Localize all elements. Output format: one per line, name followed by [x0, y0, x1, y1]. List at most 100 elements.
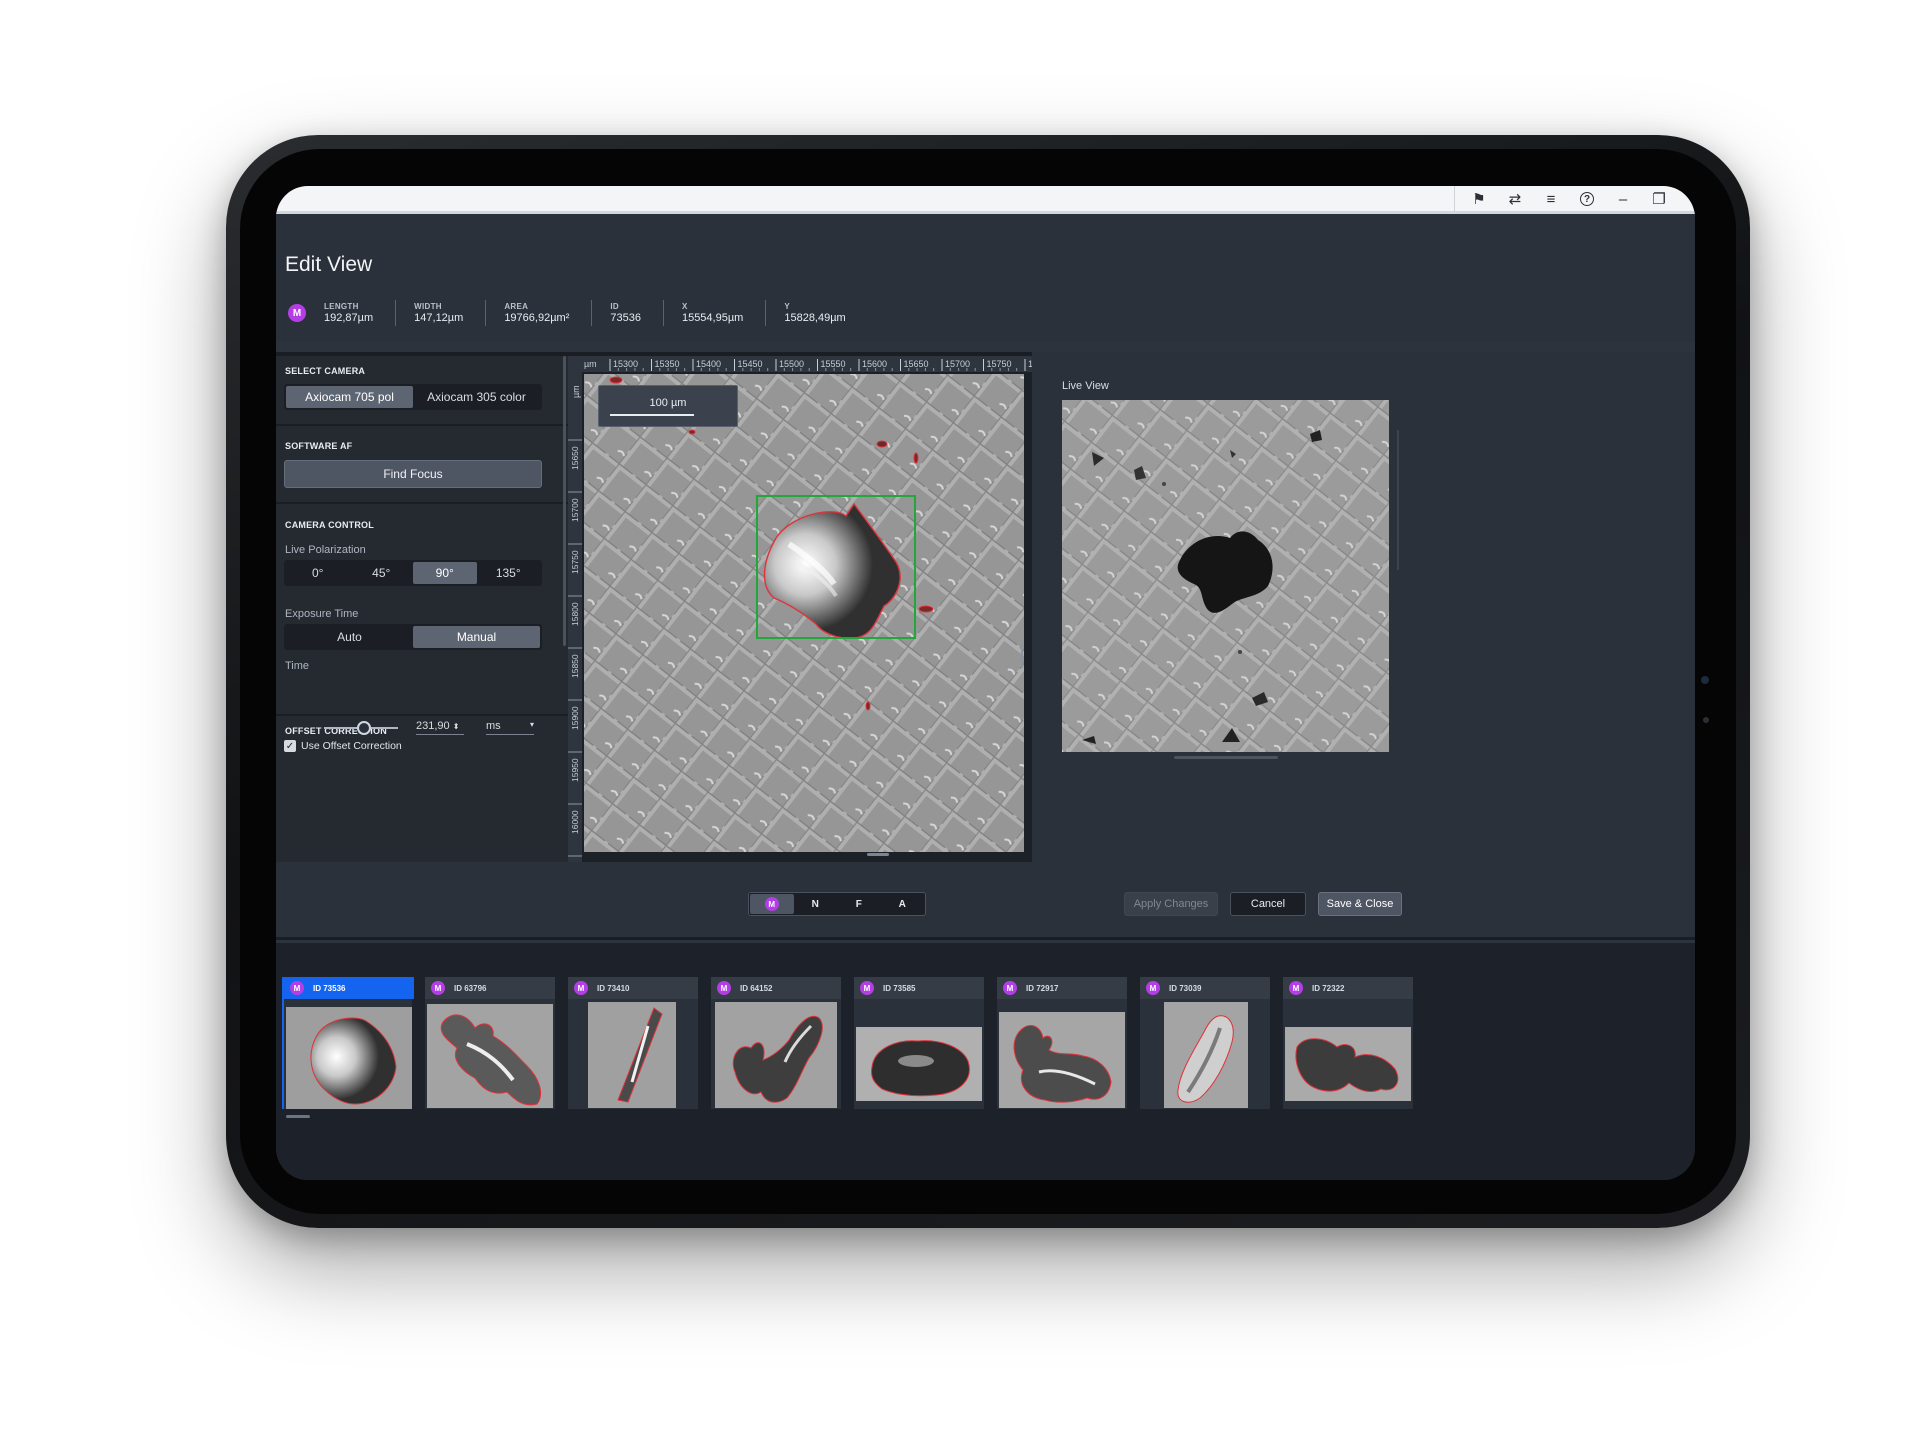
save-close-button[interactable]: Save & Close	[1318, 892, 1402, 916]
ruler-tick-label: 15500	[779, 359, 804, 369]
action-toolbar	[276, 862, 1695, 940]
list-icon[interactable]: ≡	[1533, 187, 1569, 211]
minimize-icon[interactable]: –	[1605, 187, 1641, 211]
transfer-icon[interactable]: ⇄	[1497, 187, 1533, 211]
thumbnail-id: ID 73536	[313, 983, 346, 993]
mode-f[interactable]: F	[837, 894, 881, 914]
ruler-tick-label: 15850	[570, 654, 580, 678]
ruler-tick-label: 15350	[655, 359, 680, 369]
polarization-0[interactable]: 0°	[286, 562, 350, 584]
live-view-label: Live View	[1062, 380, 1109, 392]
ruler-tick-label: 15950	[570, 758, 580, 782]
stat-value: 147,12µm	[414, 312, 464, 324]
mode-a[interactable]: A	[881, 894, 925, 914]
exposure-time-input[interactable]: 231,90 ⬍	[416, 720, 464, 735]
thumbnail-card[interactable]: M ID 64152	[711, 977, 841, 1109]
thumbnail-id: ID 73410	[597, 983, 630, 993]
side-camera-dot	[1701, 676, 1709, 684]
thumbnail-header: M ID 64152	[711, 977, 841, 999]
camera-selector: Axiocam 705 pol Axiocam 305 color	[284, 384, 542, 410]
stepper-icon[interactable]: ⬍	[453, 722, 460, 731]
thumbnail-badge: M	[290, 981, 304, 995]
thumbnail-id: ID 73039	[1169, 983, 1202, 993]
thumbnail-card[interactable]: M ID 72322	[1283, 977, 1413, 1109]
camera-option-705[interactable]: Axiocam 705 pol	[286, 386, 413, 408]
stat-y: Y 15828,49µm	[766, 300, 867, 326]
stat-value: 73536	[610, 312, 641, 324]
ruler-tick-label: 15650	[904, 359, 929, 369]
ruler-horizontal: µm 15300 15350 15400 15450 15500 15550 15600 15…	[568, 356, 1059, 372]
cancel-button[interactable]: Cancel	[1230, 892, 1306, 916]
ruler-tick-label: 15600	[862, 359, 887, 369]
thumbnail-badge: M	[717, 981, 731, 995]
thumbnail-card[interactable]: M ID 63796	[425, 977, 555, 1109]
stat-id: ID 73536	[592, 300, 664, 326]
stat-area: AREA 19766,92µm²	[486, 300, 593, 326]
help-icon[interactable]: ?	[1569, 187, 1605, 211]
thumbnail-card[interactable]: M ID 73536	[282, 977, 414, 1109]
exposure-slider-handle[interactable]	[357, 721, 371, 735]
find-focus-button[interactable]: Find Focus	[284, 460, 542, 488]
scale-bar: 100 µm	[598, 385, 738, 427]
panel-scrollbar[interactable]	[563, 356, 566, 646]
polarization-45[interactable]: 45°	[350, 562, 414, 584]
exposure-time-label: Exposure Time	[285, 608, 359, 620]
time-unit-value: ms	[486, 720, 501, 732]
ruler-tick-label: 15400	[696, 359, 721, 369]
edit-view-header: Edit View M LENGTH 192,87µm WIDTH 147,12µm…	[276, 214, 1695, 342]
ruler-tick-label: 15700	[945, 359, 970, 369]
ruler-vertical: µm 15650 15700 15750 15800 15850 15900 15950 16…	[568, 372, 582, 886]
stat-value: 15554,95µm	[681, 312, 744, 324]
mode-m[interactable]: M	[750, 894, 794, 914]
microscope-image[interactable]	[584, 374, 1024, 852]
mode-n[interactable]: N	[794, 894, 838, 914]
ruler-tick-label: 16000	[570, 810, 580, 834]
thumbnail-card[interactable]: M ID 73039	[1140, 977, 1270, 1109]
time-unit-select[interactable]: ms ▾	[486, 720, 534, 735]
stat-label: Y	[784, 302, 790, 311]
stat-label: WIDTH	[414, 302, 442, 311]
flag-icon[interactable]: ⚑	[1461, 187, 1497, 211]
viewer-resize-handle[interactable]	[867, 853, 889, 856]
polarization-selector: 0° 45° 90° 135°	[284, 560, 542, 586]
stat-value: 19766,92µm²	[504, 312, 570, 324]
thumbnail-id: ID 72322	[1312, 983, 1345, 993]
time-label: Time	[285, 660, 310, 672]
thumbnail-image	[286, 1007, 412, 1109]
exposure-auto[interactable]: Auto	[286, 626, 413, 648]
live-view-scrollbar[interactable]	[1174, 756, 1278, 759]
restore-icon[interactable]: ❐	[1641, 187, 1677, 211]
exposure-mode-selector: Auto Manual	[284, 624, 542, 650]
apply-changes-button[interactable]: Apply Changes	[1124, 892, 1218, 916]
thumbnail-card[interactable]: M ID 73410	[568, 977, 698, 1109]
manual-badge: M	[288, 304, 306, 322]
stat-length: LENGTH 192,87µm	[306, 300, 397, 326]
thumbnail-badge: M	[860, 981, 874, 995]
thumbnail-badge: M	[574, 981, 588, 995]
offset-correction-checkbox[interactable]: ✓	[284, 740, 296, 752]
ruler-horizontal-svg: µm 15300 15350 15400 15450 15500 15550 15600 15…	[584, 359, 1059, 371]
thumbnail-header: M ID 72917	[997, 977, 1127, 999]
thumbnail-image	[856, 1027, 982, 1101]
ruler-tick-label: 15750	[987, 359, 1012, 369]
camera-option-305[interactable]: Axiocam 305 color	[413, 386, 540, 408]
thumbnail-badge: M	[431, 981, 445, 995]
thumbnail-card[interactable]: M ID 72917	[997, 977, 1127, 1109]
ruler-tick-label: 15650	[570, 446, 580, 470]
live-view-vscroll[interactable]	[1397, 430, 1399, 570]
camera-settings-panel: SELECT CAMERA Axiocam 705 pol Axiocam 30…	[276, 352, 568, 862]
ruler-tick-label: 15450	[738, 359, 763, 369]
thumbnail-image	[1164, 1002, 1248, 1108]
thumbnail-card[interactable]: M ID 73585	[854, 977, 984, 1109]
ruler-tick-label: 15800	[570, 602, 580, 626]
thumbnail-id: ID 72917	[1026, 983, 1059, 993]
stat-label: X	[681, 302, 688, 311]
exposure-manual[interactable]: Manual	[413, 626, 540, 648]
offset-correction-label: Use Offset Correction	[301, 740, 402, 752]
stat-label: LENGTH	[324, 302, 359, 311]
stat-x: X 15554,95µm	[664, 300, 767, 326]
camera-control-title: CAMERA CONTROL	[285, 520, 374, 530]
viewer-scrollbar[interactable]	[1021, 644, 1023, 668]
polarization-135[interactable]: 135°	[477, 562, 541, 584]
polarization-90[interactable]: 90°	[413, 562, 477, 584]
